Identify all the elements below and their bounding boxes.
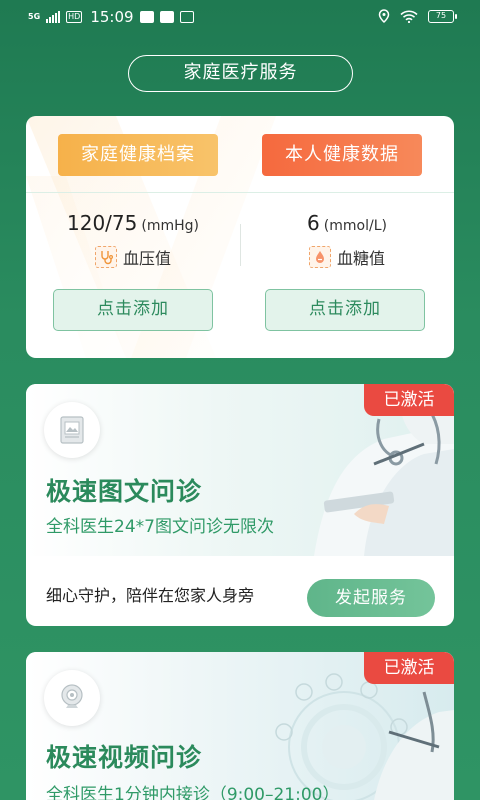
blood-drop-icon (308, 246, 331, 268)
blood-pressure-metric: 120/75 (mmHg) 血压值 (26, 211, 240, 269)
personal-health-data-button[interactable]: 本人健康数据 (262, 134, 422, 176)
status-right: 75 (378, 9, 457, 23)
add-blood-pressure-button[interactable]: 点击添加 (53, 289, 213, 331)
blood-pressure-value: 120/75 (67, 211, 138, 235)
clock: 15:09 (90, 8, 134, 26)
app-notification-icon (179, 11, 194, 23)
hd-badge: HD (66, 11, 83, 23)
blood-sugar-metric: 6 (mmol/L) 血糖值 (240, 211, 454, 269)
wifi-icon (400, 10, 418, 23)
family-health-archive-button[interactable]: 家庭健康档案 (58, 134, 218, 176)
blood-pressure-unit: (mmHg) (141, 218, 199, 234)
document-image-icon (60, 416, 84, 444)
battery-icon: 75 (428, 9, 457, 23)
service-icon (44, 670, 100, 726)
video-consultation-card[interactable]: 已激活 极速视频问诊 全科医生1分钟内接诊（9:00–21:00） (26, 652, 454, 800)
location-icon (378, 9, 390, 23)
status-bar: 5G HD 15:09 75 (0, 0, 480, 36)
blood-pressure-label: 血压值 (122, 249, 171, 268)
stethoscope-icon (94, 246, 117, 268)
health-data-card: 家庭健康档案 本人健康数据 120/75 (mmHg) 血压值 6 (mmol/L)… (26, 116, 454, 358)
service-icon (44, 402, 100, 458)
status-left: 5G HD 15:09 (28, 8, 194, 26)
page-title: 家庭医疗服务 (128, 55, 353, 92)
divider (26, 192, 454, 193)
service-title: 极速视频问诊 (46, 743, 203, 772)
activated-badge: 已激活 (364, 652, 454, 684)
blood-sugar-unit: (mmol/L) (323, 218, 387, 234)
start-service-button[interactable]: 发起服务 (307, 579, 435, 617)
service-title: 极速图文问诊 (46, 477, 203, 506)
webcam-icon (61, 684, 83, 708)
blood-sugar-label: 血糖值 (336, 249, 385, 268)
service-subtitle: 全科医生24*7图文问诊无限次 (46, 517, 274, 537)
service-subtitle: 全科医生1分钟内接诊（9:00–21:00） (46, 785, 340, 800)
text-consultation-card[interactable]: 已激活 极速图文问诊 全科医生24*7图文问诊无限次 细心守护，陪伴在您家人身旁… (26, 384, 454, 626)
signal-icon (46, 11, 61, 23)
activated-badge: 已激活 (364, 384, 454, 416)
blood-sugar-value: 6 (307, 211, 320, 235)
mail-icon (159, 11, 174, 23)
message-icon (139, 11, 154, 23)
add-blood-sugar-button[interactable]: 点击添加 (265, 289, 425, 331)
network-type: 5G (28, 12, 41, 21)
service-tagline: 细心守护，陪伴在您家人身旁 (46, 586, 255, 605)
